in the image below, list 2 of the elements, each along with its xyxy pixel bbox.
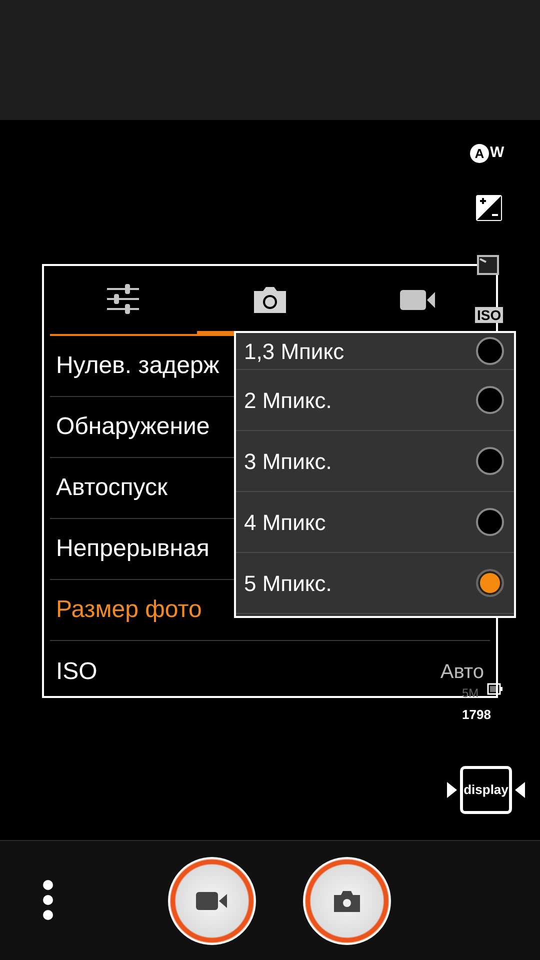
setting-value: Авто: [440, 660, 484, 684]
shots-remaining: 1798: [462, 706, 491, 724]
